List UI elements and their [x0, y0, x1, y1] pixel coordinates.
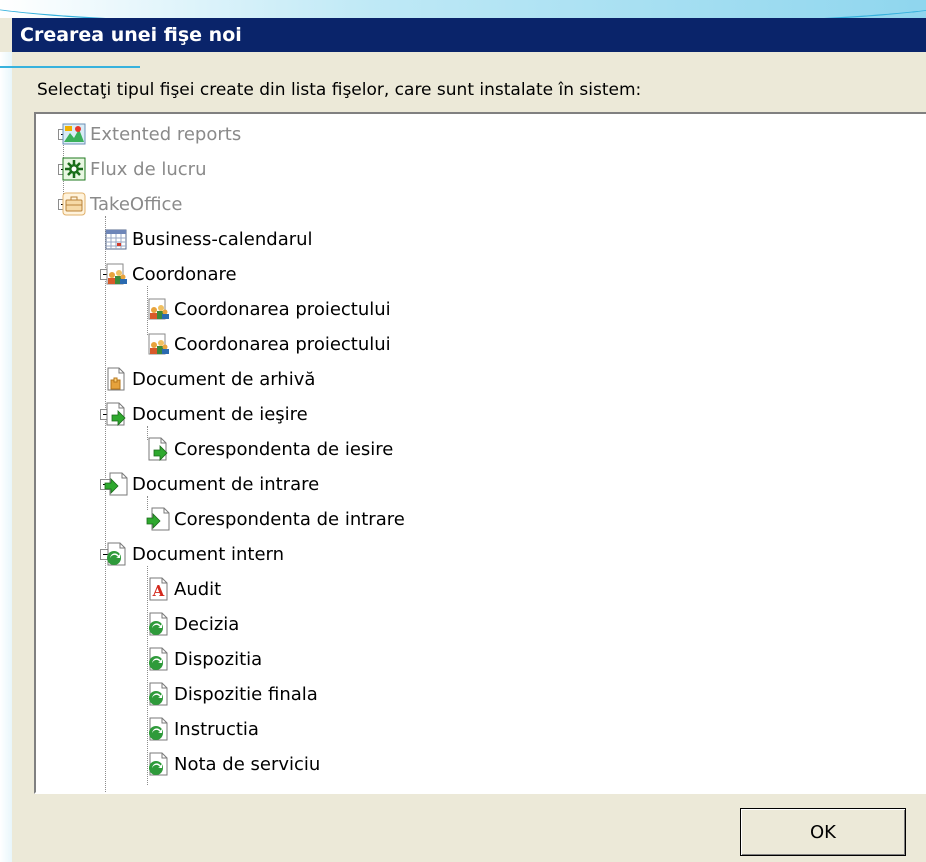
people-icon: [146, 297, 170, 321]
tree-item-label: Dispozitia: [174, 649, 263, 670]
workflow-icon: [62, 157, 86, 181]
people-icon: [146, 332, 170, 356]
internal-document-icon: [146, 717, 170, 741]
svg-text:A: A: [152, 582, 165, 600]
tree-item-label: Corespondenta de intrare: [174, 509, 405, 530]
tree-item-label: Document de arhivă: [132, 369, 316, 390]
incoming-document-icon: [146, 507, 170, 531]
tree-item-label: Instructia: [174, 719, 259, 740]
tree-item-label: Dispozitie finala: [174, 684, 318, 705]
reports-icon: [62, 122, 86, 146]
ok-button[interactable]: OK: [740, 808, 906, 856]
document-type-tree[interactable]: Extented reports Flux de lucru TakeOffice B…: [34, 112, 926, 794]
people-icon: [104, 262, 128, 286]
tree-item-label: Document de ieşire: [132, 404, 308, 425]
tree-item-label: Document intern: [132, 544, 285, 565]
tree-item-label: Audit: [174, 579, 222, 600]
internal-document-icon: [146, 612, 170, 636]
tree-item-label: Coordonarea proiectului: [174, 334, 391, 355]
tree-item-label: Extented reports: [90, 124, 242, 145]
dialog-title: Crearea unei fişe noi: [12, 18, 926, 52]
tree-item-label: Document de intrare: [132, 474, 320, 495]
tree-item-label: TakeOffice: [90, 194, 183, 215]
internal-document-icon: [146, 752, 170, 776]
internal-document-icon: [146, 647, 170, 671]
tree-item-label: Flux de lucru: [90, 159, 207, 180]
archive-document-icon: [104, 367, 128, 391]
instruction-text: Selectaţi tipul fişei create din lista f…: [37, 80, 642, 100]
slide-accent-line: [0, 66, 140, 68]
briefcase-icon: [62, 192, 86, 216]
tree-item-label: Coordonarea proiectului: [174, 299, 391, 320]
internal-document-icon: [104, 542, 128, 566]
calendar-icon: [104, 227, 128, 251]
outgoing-document-icon: [146, 437, 170, 461]
outgoing-document-icon: [104, 402, 128, 426]
internal-document-icon: [146, 682, 170, 706]
slide-left-margin: [0, 52, 12, 862]
tree-item-label: Corespondenta de iesire: [174, 439, 394, 460]
tree-item-label: Coordonare: [132, 264, 237, 285]
tree-item-label: Decizia: [174, 614, 240, 635]
tree-connector-line: [105, 216, 106, 792]
incoming-document-icon: [104, 472, 128, 496]
pdf-document-icon: A: [146, 577, 170, 601]
tree-item-label: Business-calendarul: [132, 229, 313, 250]
tree-item-label: Nota de serviciu: [174, 754, 321, 775]
